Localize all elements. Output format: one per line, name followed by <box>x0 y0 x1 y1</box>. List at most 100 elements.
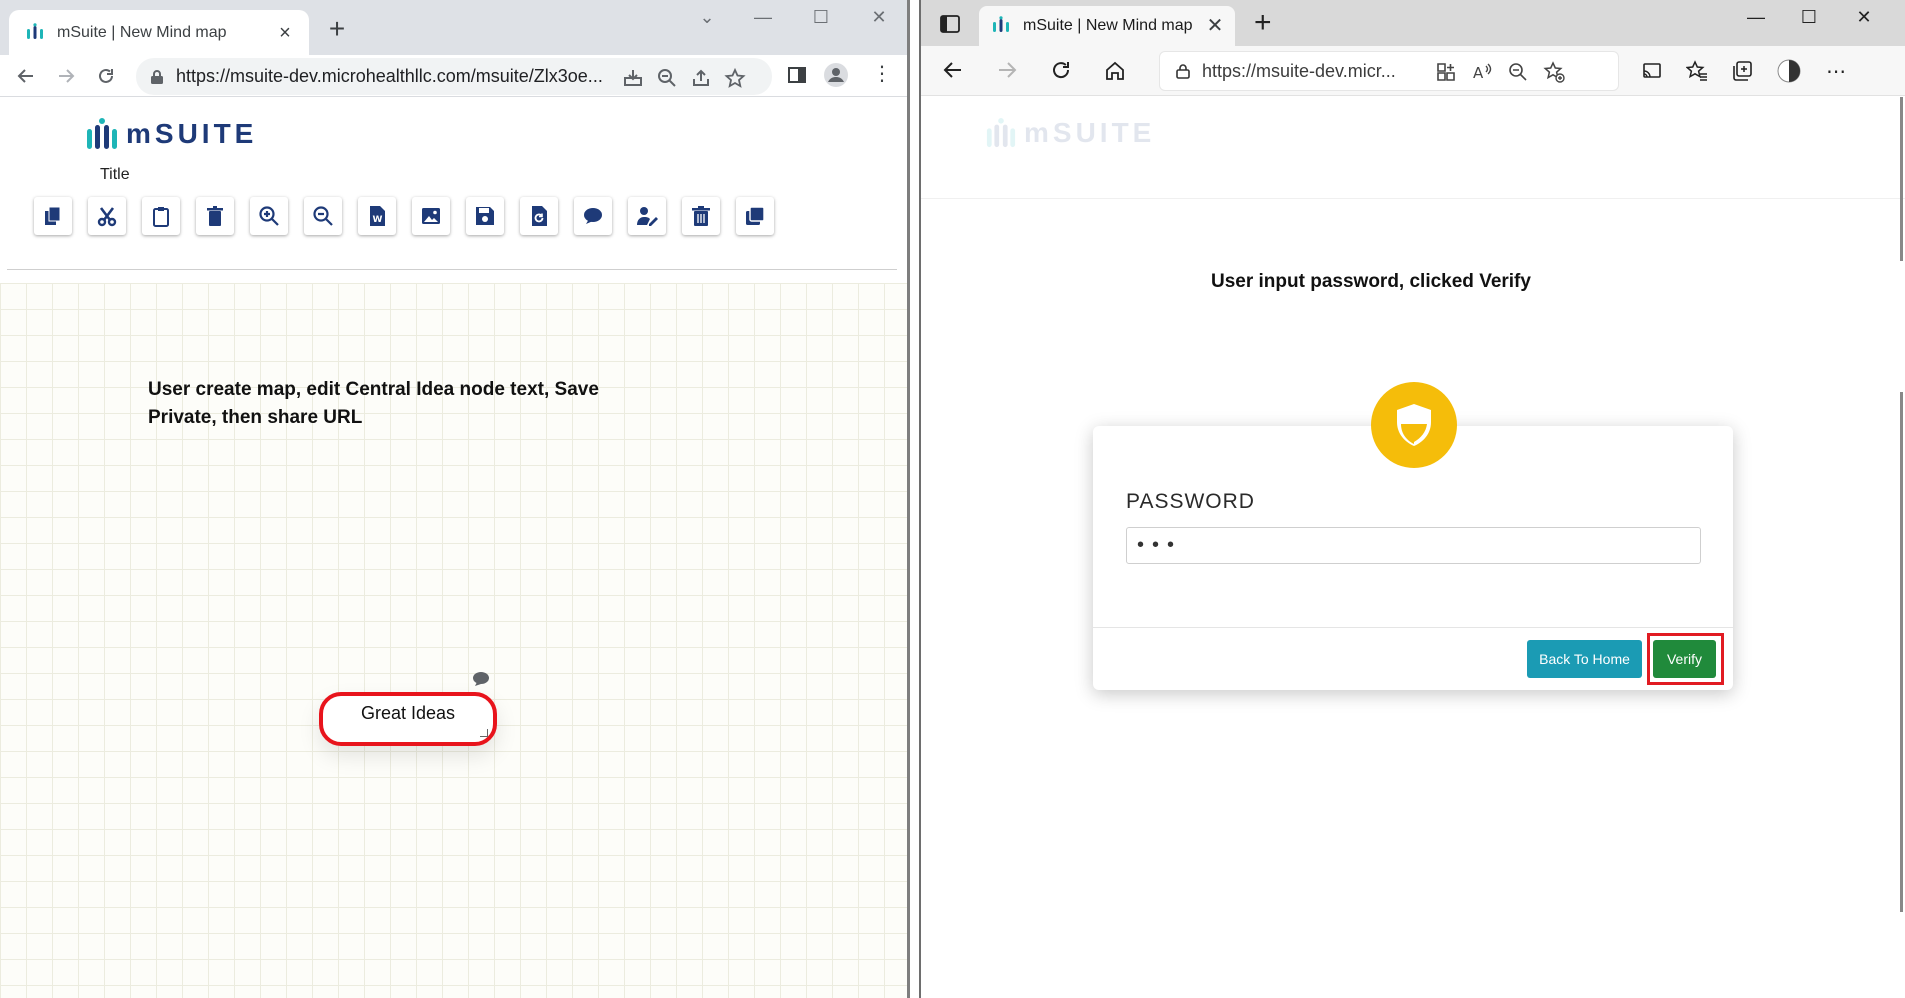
favorites-icon[interactable] <box>1686 60 1708 82</box>
trash-icon <box>692 206 710 226</box>
home-icon[interactable] <box>1101 56 1129 84</box>
tab-search-icon[interactable]: ⌄ <box>692 6 722 28</box>
new-tab-button[interactable]: + <box>322 15 352 45</box>
maximize-icon[interactable]: ☐ <box>1794 6 1824 28</box>
msuite-logo[interactable]: mSUITE <box>986 117 1155 149</box>
forward-icon[interactable] <box>993 56 1021 84</box>
page-scrollbar[interactable] <box>1899 97 1905 998</box>
user-edit-button[interactable] <box>628 197 666 235</box>
chrome-menu-icon[interactable]: ⋮ <box>872 63 892 85</box>
back-to-home-button[interactable]: Back To Home <box>1527 640 1642 678</box>
tab-bar: mSuite | New Mind map × + ⌄ — ☐ ✕ <box>0 0 907 55</box>
cut-button[interactable] <box>88 197 126 235</box>
profile-avatar-icon[interactable] <box>1776 58 1802 84</box>
tab-actions-icon[interactable] <box>940 15 960 33</box>
verify-button[interactable]: Verify <box>1653 640 1716 678</box>
share-icon[interactable] <box>690 67 712 89</box>
edge-window: mSuite | New Mind map ✕ + — ☐ ✕ https://… <box>921 0 1905 998</box>
chrome-window: mSuite | New Mind map × + ⌄ — ☐ ✕ https:… <box>0 0 907 998</box>
comment-icon <box>584 208 602 224</box>
step-caption: User create map, edit Central Idea node … <box>148 379 599 428</box>
browser-toolbar: https://msuite-dev.micr... A ⋯ <box>921 46 1905 96</box>
browser-tab[interactable]: mSuite | New Mind map ✕ <box>979 6 1235 46</box>
delete-icon <box>207 206 223 226</box>
paste-icon <box>153 207 169 227</box>
node-comment-icon[interactable] <box>472 671 490 687</box>
minimize-icon[interactable]: — <box>748 6 778 28</box>
export-image-button[interactable] <box>412 197 450 235</box>
layers-icon <box>746 206 765 225</box>
comment-button[interactable] <box>574 197 612 235</box>
msuite-favicon-icon <box>993 16 1009 32</box>
back-icon[interactable] <box>12 62 40 90</box>
zoom-in-button[interactable] <box>250 197 288 235</box>
word-export-icon: W <box>370 206 385 226</box>
node-resize-handle[interactable] <box>480 729 488 737</box>
duplicate-map-button[interactable] <box>736 197 774 235</box>
msuite-logo-mark-icon <box>87 118 117 149</box>
edge-menu-icon[interactable]: ⋯ <box>1826 59 1847 84</box>
window-split-divider <box>907 0 921 998</box>
zoom-icon[interactable] <box>1507 61 1529 83</box>
zoom-in-icon <box>259 206 279 226</box>
close-window-icon[interactable]: ✕ <box>864 6 894 28</box>
url-text: https://msuite-dev.microhealthllc.com/ms… <box>176 66 603 86</box>
close-window-icon[interactable]: ✕ <box>1849 6 1879 28</box>
central-idea-node[interactable]: Great Ideas <box>319 692 497 746</box>
zoom-out-icon <box>313 206 333 226</box>
central-idea-node-text[interactable]: Great Ideas <box>361 703 455 724</box>
tab-title: mSuite | New Mind map <box>1023 17 1193 34</box>
collections-icon[interactable] <box>1731 60 1753 82</box>
card-footer-divider <box>1093 627 1733 628</box>
copy-button[interactable] <box>34 197 72 235</box>
forward-icon[interactable] <box>52 62 80 90</box>
shield-icon <box>1397 404 1431 446</box>
add-favorite-icon[interactable] <box>1543 61 1565 83</box>
msuite-favicon-icon <box>27 22 43 39</box>
verify-page: mSUITE User input password, clicked Veri… <box>921 97 1905 998</box>
reload-icon[interactable] <box>92 62 120 90</box>
side-panel-icon[interactable] <box>787 65 807 85</box>
app-available-icon[interactable] <box>1435 61 1457 83</box>
lock-icon <box>151 69 163 84</box>
header-divider <box>921 198 1905 199</box>
password-input[interactable]: ••• <box>1126 527 1701 564</box>
maximize-icon[interactable]: ☐ <box>806 6 836 28</box>
save-button[interactable] <box>466 197 504 235</box>
msuite-logo-text: mSUITE <box>126 118 258 149</box>
tab-title: mSuite | New Mind map <box>57 23 227 41</box>
url-text: https://msuite-dev.micr... <box>1202 60 1396 81</box>
image-export-icon <box>422 208 440 224</box>
cut-icon <box>97 207 117 227</box>
msuite-logo-text: mSUITE <box>1024 117 1156 148</box>
paste-button[interactable] <box>142 197 180 235</box>
zoom-out-button[interactable] <box>304 197 342 235</box>
delete-node-button[interactable] <box>196 197 234 235</box>
msuite-logo[interactable]: mSUITE <box>86 116 257 152</box>
read-aloud-icon[interactable]: A <box>1471 61 1493 83</box>
zoom-icon[interactable] <box>656 67 678 89</box>
bookmark-star-icon[interactable] <box>724 67 746 89</box>
restore-icon <box>532 206 547 226</box>
save-icon <box>476 207 494 225</box>
browser-tab[interactable]: mSuite | New Mind map × <box>9 10 309 55</box>
msuite-logo-mark-icon <box>986 118 1016 148</box>
svg-text:A: A <box>1473 64 1484 82</box>
minimize-icon[interactable]: — <box>1741 6 1771 28</box>
profile-avatar-icon[interactable] <box>823 62 849 88</box>
cast-icon[interactable] <box>1641 60 1663 82</box>
reload-icon[interactable] <box>1047 56 1075 84</box>
svg-text:W: W <box>373 215 383 225</box>
new-tab-button[interactable]: + <box>1254 8 1272 38</box>
export-word-button[interactable]: W <box>358 197 396 235</box>
tab-bar: mSuite | New Mind map ✕ + — ☐ ✕ <box>921 0 1905 46</box>
address-bar[interactable]: https://msuite-dev.microhealthllc.com/ms… <box>136 58 772 95</box>
address-bar[interactable]: https://msuite-dev.micr... A <box>1159 51 1619 91</box>
tab-close-icon[interactable]: ✕ <box>1205 16 1225 36</box>
back-icon[interactable] <box>939 56 967 84</box>
tab-close-icon[interactable]: × <box>275 23 295 43</box>
delete-map-button[interactable] <box>682 197 720 235</box>
restore-button[interactable] <box>520 197 558 235</box>
map-title-label[interactable]: Title <box>100 166 130 184</box>
install-app-icon[interactable] <box>622 67 644 89</box>
